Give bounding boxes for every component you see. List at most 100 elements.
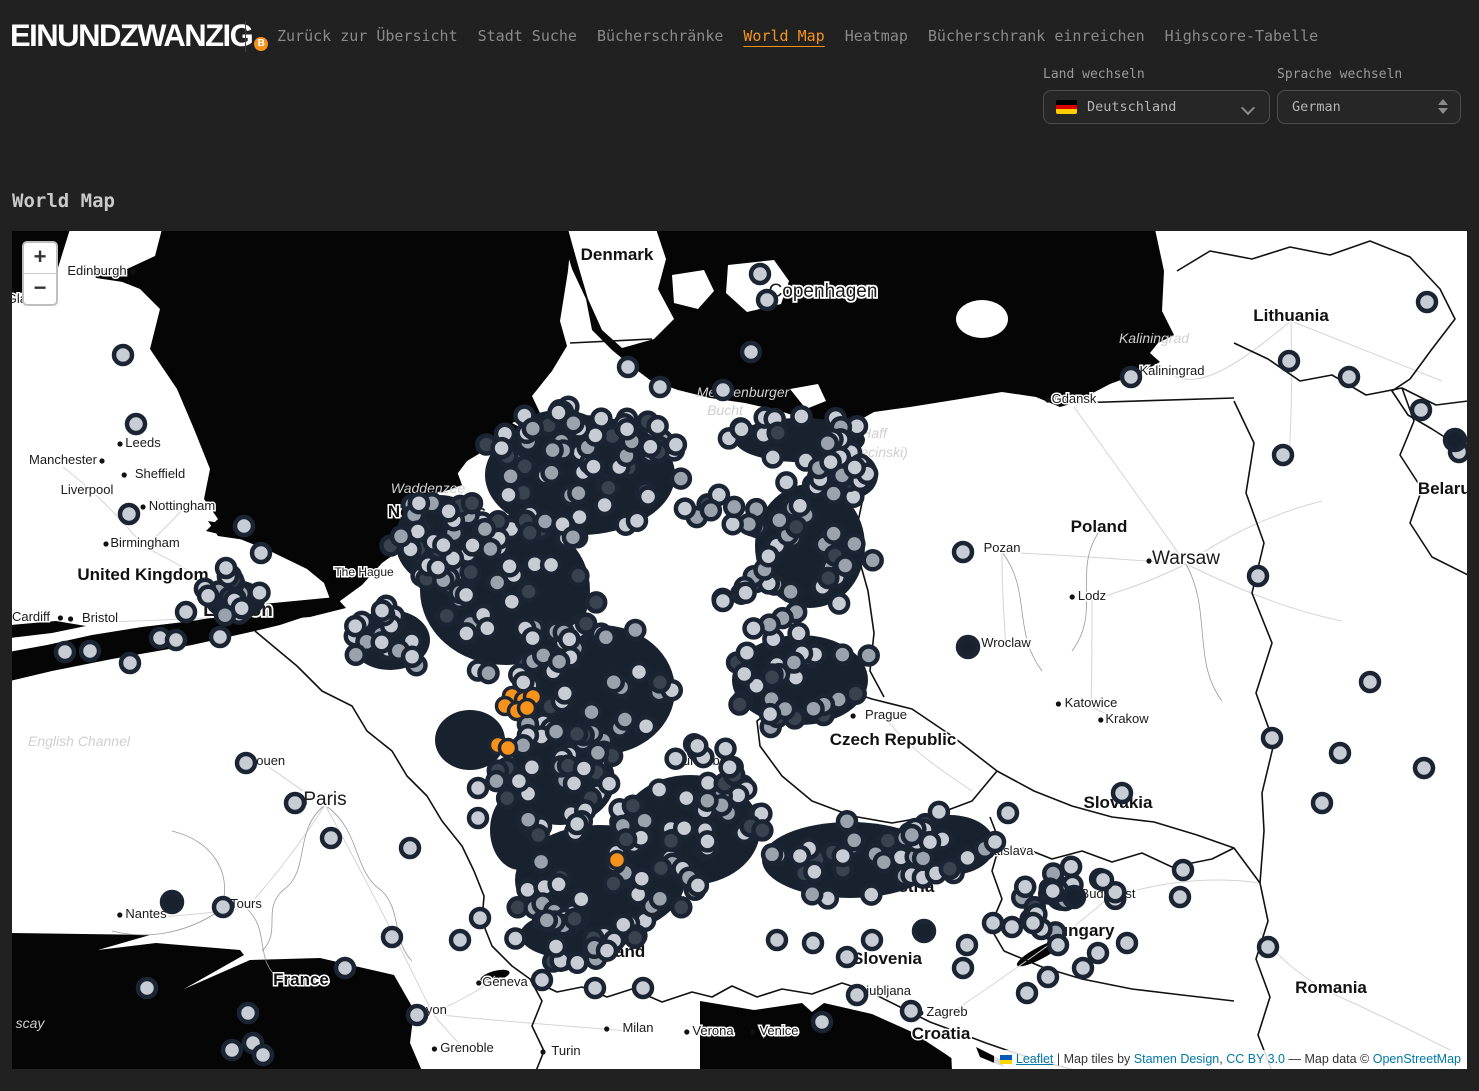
library-marker[interactable] xyxy=(586,979,604,997)
library-marker[interactable] xyxy=(1016,878,1034,896)
library-marker[interactable] xyxy=(488,574,506,592)
library-marker[interactable] xyxy=(702,501,720,519)
library-marker[interactable] xyxy=(667,436,685,454)
nav-item-b-cherschrank-einreichen[interactable]: Bücherschrank einreichen xyxy=(928,27,1145,45)
library-marker[interactable] xyxy=(637,717,655,735)
library-marker[interactable] xyxy=(217,559,235,577)
library-marker[interactable] xyxy=(533,971,551,989)
library-marker[interactable] xyxy=(725,498,743,516)
library-marker[interactable] xyxy=(984,914,1002,932)
library-marker[interactable] xyxy=(651,673,669,691)
library-marker[interactable] xyxy=(617,830,635,848)
library-marker[interactable] xyxy=(838,948,856,966)
library-marker[interactable] xyxy=(751,265,769,283)
library-marker[interactable] xyxy=(235,517,253,535)
library-marker[interactable] xyxy=(585,458,603,476)
library-marker[interactable] xyxy=(1412,401,1430,419)
library-marker[interactable] xyxy=(487,772,505,790)
nav-item-zur-ck-zur-bersicht[interactable]: Zurück zur Übersicht xyxy=(277,27,458,45)
library-marker[interactable] xyxy=(819,569,837,587)
cc-link[interactable]: CC BY 3.0 xyxy=(1226,1052,1285,1066)
library-marker[interactable] xyxy=(469,779,487,797)
einundzwanzig-logo[interactable]: EINUNDZWANZIG B xyxy=(10,18,268,54)
library-marker[interactable] xyxy=(777,473,795,491)
library-marker[interactable] xyxy=(550,653,568,671)
library-marker[interactable] xyxy=(547,938,565,956)
library-marker[interactable] xyxy=(469,809,487,827)
country-select[interactable]: Deutschland xyxy=(1043,90,1270,124)
language-select[interactable]: German xyxy=(1277,90,1461,124)
library-marker[interactable] xyxy=(770,511,788,529)
library-marker[interactable] xyxy=(566,910,584,928)
library-marker[interactable] xyxy=(568,815,586,833)
library-marker[interactable] xyxy=(792,407,810,425)
library-marker[interactable] xyxy=(825,525,843,543)
library-marker[interactable] xyxy=(560,630,578,648)
library-marker[interactable] xyxy=(759,547,777,565)
library-marker[interactable] xyxy=(127,415,145,433)
library-marker[interactable] xyxy=(758,291,776,309)
library-marker[interactable] xyxy=(550,404,568,422)
library-marker[interactable] xyxy=(577,615,595,633)
library-marker[interactable] xyxy=(959,849,977,867)
library-marker[interactable] xyxy=(651,378,669,396)
library-marker[interactable] xyxy=(503,593,521,611)
library-marker[interactable] xyxy=(805,700,823,718)
library-marker[interactable] xyxy=(237,754,255,772)
library-marker[interactable] xyxy=(223,1041,241,1059)
library-marker[interactable] xyxy=(813,1013,831,1031)
library-marker[interactable] xyxy=(764,448,782,466)
library-marker[interactable] xyxy=(440,502,458,520)
leaflet-link[interactable]: Leaflet xyxy=(1016,1052,1054,1066)
library-marker[interactable] xyxy=(177,603,195,621)
library-marker[interactable] xyxy=(628,512,646,530)
library-marker[interactable] xyxy=(121,654,139,672)
library-marker[interactable] xyxy=(114,346,132,364)
library-marker[interactable] xyxy=(408,1006,426,1024)
library-marker[interactable] xyxy=(81,642,99,660)
library-marker[interactable] xyxy=(542,556,560,574)
world-map[interactable]: DenmarkCopenhagenLithuaniaKaliningradKal… xyxy=(12,231,1467,1069)
library-marker[interactable] xyxy=(1171,888,1189,906)
library-marker[interactable] xyxy=(822,453,840,471)
library-marker[interactable] xyxy=(1094,871,1112,889)
library-marker[interactable] xyxy=(633,870,651,888)
library-marker[interactable] xyxy=(650,781,668,799)
library-marker[interactable] xyxy=(731,696,749,714)
library-marker[interactable] xyxy=(1415,759,1433,777)
library-marker[interactable] xyxy=(493,439,511,457)
library-marker[interactable] xyxy=(167,631,185,649)
library-marker[interactable] xyxy=(1003,918,1021,936)
library-marker[interactable] xyxy=(875,853,893,871)
library-marker[interactable] xyxy=(864,551,882,569)
library-marker[interactable] xyxy=(830,595,848,613)
library-marker[interactable] xyxy=(1039,968,1057,986)
library-marker[interactable] xyxy=(768,931,786,949)
library-marker[interactable] xyxy=(476,520,494,538)
nav-item-stadt-suche[interactable]: Stadt Suche xyxy=(478,27,577,45)
zoom-out-button[interactable]: − xyxy=(24,274,56,304)
library-marker[interactable] xyxy=(879,832,897,850)
library-marker[interactable] xyxy=(1313,794,1331,812)
library-marker[interactable] xyxy=(958,936,976,954)
library-marker[interactable] xyxy=(1249,567,1267,585)
library-marker[interactable] xyxy=(600,775,618,793)
library-marker[interactable] xyxy=(451,931,469,949)
library-marker[interactable] xyxy=(138,979,156,997)
library-marker[interactable] xyxy=(1049,936,1067,954)
library-marker[interactable] xyxy=(609,852,626,869)
library-marker[interactable] xyxy=(902,1002,920,1020)
library-marker[interactable] xyxy=(596,496,614,514)
library-marker[interactable] xyxy=(847,685,865,703)
library-marker[interactable] xyxy=(589,744,607,762)
nav-item-heatmap[interactable]: Heatmap xyxy=(845,27,908,45)
library-marker[interactable] xyxy=(346,617,364,635)
library-marker[interactable] xyxy=(605,673,623,691)
library-marker[interactable] xyxy=(763,668,781,686)
library-marker[interactable] xyxy=(845,831,863,849)
library-marker[interactable] xyxy=(457,586,475,604)
library-marker[interactable] xyxy=(742,343,760,361)
nav-item-world-map[interactable]: World Map xyxy=(743,27,824,45)
nav-item-b-cherschr-nke[interactable]: Bücherschränke xyxy=(597,27,723,45)
library-marker[interactable] xyxy=(1089,944,1107,962)
